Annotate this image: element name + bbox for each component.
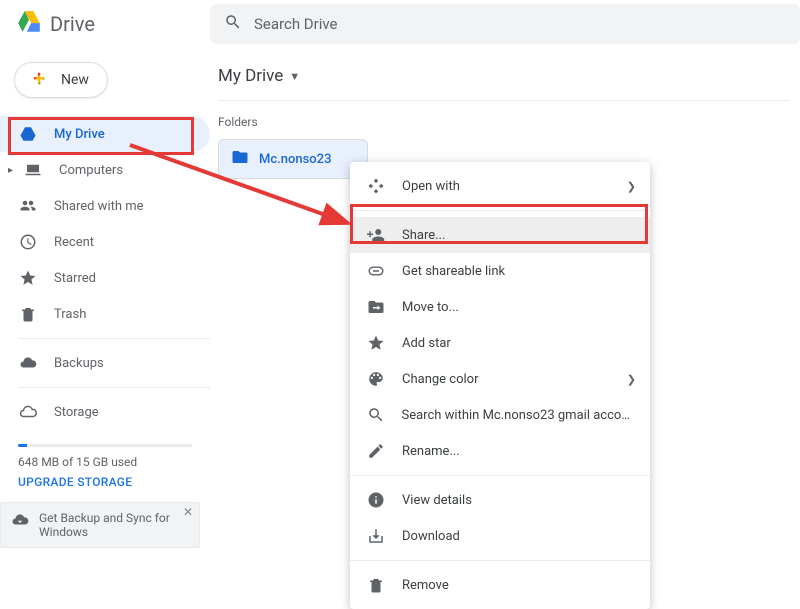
sidebar-item-recent[interactable]: Recent bbox=[0, 224, 210, 260]
menu-get-link[interactable]: Get shareable link bbox=[350, 253, 650, 289]
search-bar[interactable] bbox=[210, 4, 800, 44]
search-icon bbox=[224, 13, 242, 35]
promo-banner: Get Backup and Sync for Windows ✕ bbox=[0, 502, 200, 548]
drive-logo-icon bbox=[16, 9, 42, 39]
sidebar-item-shared[interactable]: Shared with me bbox=[0, 188, 210, 224]
menu-share[interactable]: Share... bbox=[350, 217, 650, 253]
open-with-icon bbox=[366, 177, 386, 195]
sidebar-item-trash[interactable]: Trash bbox=[0, 296, 210, 332]
search-input[interactable] bbox=[254, 15, 786, 33]
sidebar-item-my-drive[interactable]: My Drive bbox=[0, 116, 210, 152]
cloud-download-icon bbox=[11, 511, 29, 539]
sidebar-item-computers[interactable]: ▸ Computers bbox=[0, 152, 210, 188]
folders-section-title: Folders bbox=[218, 115, 790, 129]
menu-view-details[interactable]: View details bbox=[350, 482, 650, 518]
chevron-down-icon: ▼ bbox=[289, 70, 300, 83]
search-icon bbox=[366, 406, 386, 424]
star-icon bbox=[18, 268, 38, 288]
sidebar-item-starred[interactable]: Starred bbox=[0, 260, 210, 296]
cloud-outline-icon bbox=[18, 402, 38, 422]
menu-add-star[interactable]: Add star bbox=[350, 325, 650, 361]
new-button[interactable]: New bbox=[14, 62, 108, 98]
drive-icon bbox=[18, 124, 38, 144]
menu-move-to[interactable]: Move to... bbox=[350, 289, 650, 325]
plus-icon bbox=[33, 71, 51, 89]
upgrade-storage-link[interactable]: UPGRADE STORAGE bbox=[18, 475, 192, 489]
app-name: Drive bbox=[50, 12, 95, 36]
storage-used-text: 648 MB of 15 GB used bbox=[18, 455, 192, 469]
menu-search-within[interactable]: Search within Mc.nonso23 gmail account bbox=[350, 397, 650, 433]
menu-download[interactable]: Download bbox=[350, 518, 650, 554]
close-icon[interactable]: ✕ bbox=[183, 505, 193, 519]
download-icon bbox=[366, 527, 386, 545]
star-icon bbox=[366, 334, 386, 352]
clock-icon bbox=[18, 232, 38, 252]
folder-icon bbox=[231, 148, 249, 170]
sidebar-item-backups[interactable]: Backups bbox=[0, 345, 210, 381]
info-icon bbox=[366, 491, 386, 509]
link-icon bbox=[366, 262, 386, 280]
palette-icon bbox=[366, 370, 386, 388]
storage-bar bbox=[18, 444, 192, 447]
rename-icon bbox=[366, 442, 386, 460]
people-icon bbox=[18, 196, 38, 216]
context-menu: Open with ❯ Share... Get shareable link … bbox=[350, 162, 650, 609]
move-icon bbox=[366, 298, 386, 316]
chevron-right-icon: ❯ bbox=[627, 373, 636, 386]
trash-icon bbox=[18, 304, 38, 324]
menu-rename[interactable]: Rename... bbox=[350, 433, 650, 469]
expand-icon: ▸ bbox=[8, 165, 13, 176]
menu-open-with[interactable]: Open with ❯ bbox=[350, 168, 650, 204]
person-add-icon bbox=[366, 226, 386, 244]
menu-change-color[interactable]: Change color ❯ bbox=[350, 361, 650, 397]
breadcrumb[interactable]: My Drive ▼ bbox=[218, 66, 790, 101]
cloud-solid-icon bbox=[18, 353, 38, 373]
folder-card[interactable]: Mc.nonso23 bbox=[218, 139, 368, 179]
sidebar-item-storage: Storage bbox=[0, 394, 210, 430]
computer-icon bbox=[23, 160, 43, 180]
trash-icon bbox=[366, 576, 386, 594]
menu-remove[interactable]: Remove bbox=[350, 567, 650, 603]
chevron-right-icon: ❯ bbox=[627, 180, 636, 193]
